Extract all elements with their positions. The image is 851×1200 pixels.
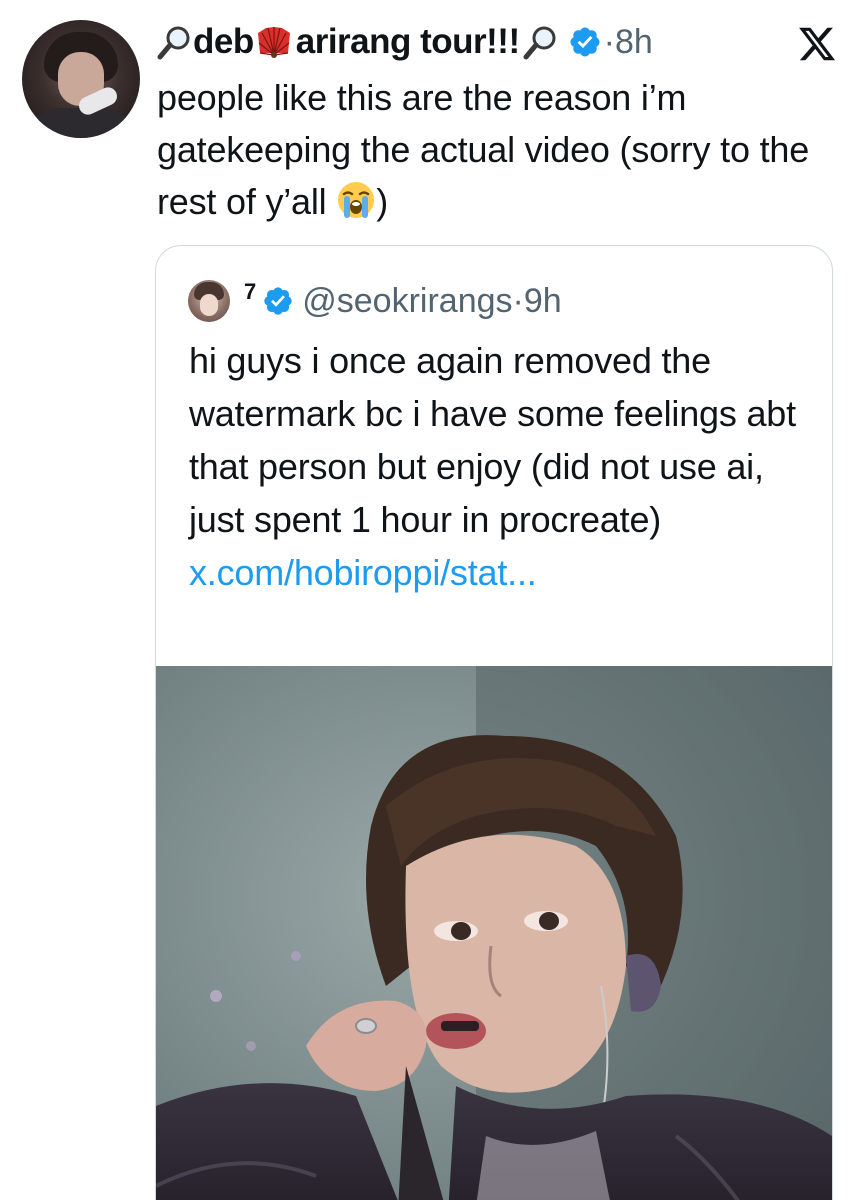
quoted-link[interactable]: x.com/hobiroppi/stat... <box>189 552 537 593</box>
quoted-tweet-header: 7 @seokrirangs·9h <box>188 279 562 323</box>
display-name-prefix: deb <box>193 22 254 61</box>
magnifying-glass-left-icon <box>157 24 193 60</box>
loudly-crying-face-icon <box>336 180 376 234</box>
tweet: deb arirang tour!!! ·8h people like this… <box>0 0 851 1200</box>
quoted-author-avatar[interactable] <box>188 280 230 322</box>
display-name-suffix: arirang tour!!! <box>295 22 520 61</box>
tweet-body-end: ) <box>376 181 389 222</box>
quoted-timestamp: 9h <box>523 281 562 320</box>
author-display-name[interactable]: deb arirang tour!!! <box>157 22 558 62</box>
folding-fan-icon <box>256 25 294 59</box>
quoted-display-name[interactable]: 7 <box>244 279 256 305</box>
quoted-handle-and-time[interactable]: @seokrirangs·9h <box>302 282 561 321</box>
quoted-tweet-text: hi guys i once again removed the waterma… <box>189 334 809 599</box>
quoted-media-image[interactable] <box>156 666 832 1200</box>
quoted-verified-badge-icon <box>262 285 294 317</box>
author-avatar[interactable] <box>22 20 140 138</box>
quoted-tweet-card[interactable]: 7 @seokrirangs·9h hi guys i once again r… <box>155 245 833 1200</box>
tweet-header: deb arirang tour!!! ·8h <box>157 18 837 66</box>
tweet-text: people like this are the reason i’m gate… <box>157 72 837 234</box>
magnifying-glass-right-icon <box>522 24 558 60</box>
quoted-body: hi guys i once again removed the waterma… <box>189 340 796 540</box>
tweet-timestamp[interactable]: ·8h <box>604 23 653 62</box>
tweet-body: people like this are the reason i’m gate… <box>157 77 810 222</box>
verified-badge-icon <box>568 25 602 59</box>
x-logo-icon[interactable] <box>797 24 837 64</box>
quoted-handle: @seokrirangs <box>302 281 513 320</box>
